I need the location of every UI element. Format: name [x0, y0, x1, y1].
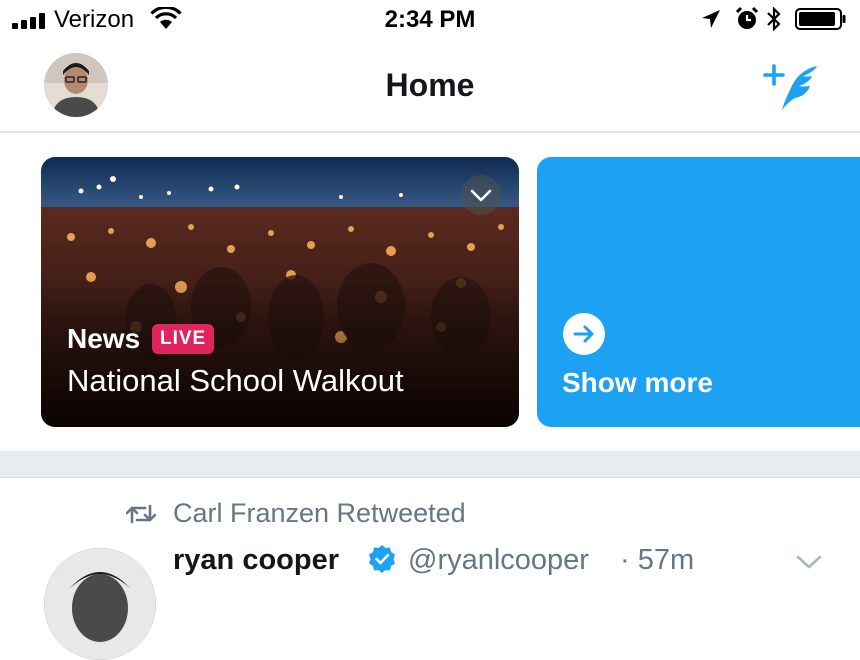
arrow-right-icon: [563, 313, 605, 355]
news-headline: National School Walkout: [67, 363, 404, 398]
tweet-timestamp: · 57m: [620, 544, 695, 576]
author-handle[interactable]: @ryanlcooper: [408, 544, 589, 577]
chevron-down-icon: [470, 189, 492, 202]
page-title: Home: [385, 67, 475, 103]
news-card-menu-button[interactable]: [461, 175, 501, 215]
retweeted-by-label[interactable]: Carl Franzen Retweeted: [173, 498, 466, 529]
bluetooth-icon: [767, 7, 781, 31]
author-name[interactable]: ryan cooper: [173, 544, 339, 577]
live-badge: LIVE: [152, 324, 215, 354]
tweet[interactable]: Carl Franzen Retweeted ryan cooper @ryan…: [0, 478, 860, 660]
status-time: 2:34 PM: [384, 6, 476, 33]
retweet-icon: [126, 504, 156, 524]
tweet-time-value: 57m: [637, 544, 695, 576]
explore-carousel: News LIVE National School Walkout Show m…: [0, 133, 860, 451]
show-more-card[interactable]: Show more: [537, 157, 860, 427]
nav-bar: Home: [0, 40, 860, 133]
status-bar: Verizon 2:34 PM: [0, 0, 860, 40]
chevron-down-icon[interactable]: [795, 552, 823, 572]
news-category: News: [67, 323, 141, 354]
alarm-clock-icon: [735, 6, 759, 29]
author-avatar[interactable]: [44, 548, 156, 660]
compose-tweet-icon[interactable]: [762, 60, 822, 116]
location-arrow-icon: [702, 10, 720, 28]
section-divider: [0, 451, 860, 478]
show-more-label: Show more: [562, 367, 713, 398]
verified-badge-icon: [369, 545, 395, 573]
battery-icon: [795, 8, 846, 30]
news-card[interactable]: News LIVE National School Walkout: [41, 157, 519, 427]
